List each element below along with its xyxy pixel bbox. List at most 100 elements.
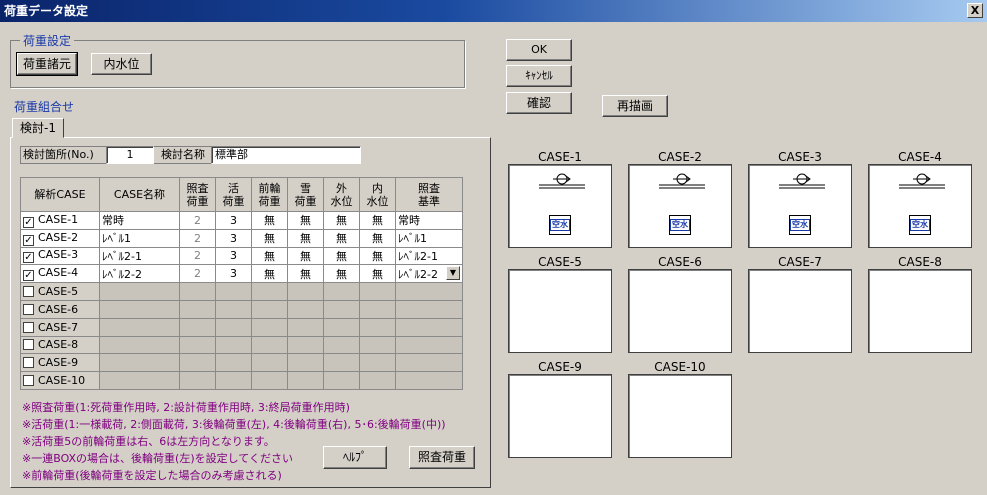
empty-cell [287,353,324,373]
empty-water-badge: 空水 [910,219,930,231]
chevron-down-icon[interactable]: ▼ [446,265,460,280]
snow-load-cell[interactable]: 無 [287,228,324,248]
empty-cell [395,335,463,355]
case-preview-canvas [748,269,852,353]
case-name-cell[interactable]: 常時 [99,211,180,230]
criteria-cell[interactable]: 常時 [395,211,463,230]
front-wheel-cell[interactable]: 無 [251,211,288,230]
col-snow-load: 雪 荷重 [287,177,324,212]
ok-button[interactable]: OK [506,39,572,61]
empty-cell [215,353,252,373]
tab-study-1[interactable]: 検討-1 [12,118,64,138]
checkbox[interactable] [23,375,34,387]
empty-cell [179,371,216,390]
checkbox[interactable] [23,321,34,333]
help-button[interactable]: ﾍﾙﾌﾟ [323,446,387,469]
empty-cell [215,317,252,337]
box-culvert-icon: 空水 [669,215,691,235]
empty-cell [287,335,324,355]
live-load-cell[interactable]: 3 [215,211,252,230]
col-inner-water: 内 水位 [359,177,396,212]
checkbox[interactable]: ✓ [23,252,34,264]
check-load-button[interactable]: 照査荷重 [409,446,475,469]
checkbox[interactable] [23,303,34,315]
empty-cell [359,282,396,301]
empty-cell [99,353,180,373]
empty-cell [179,335,216,355]
checkbox[interactable]: ✓ [23,234,34,246]
empty-cell [359,335,396,355]
outer-water-cell[interactable]: 無 [323,264,360,284]
case-name-cell[interactable]: ﾚﾍﾞﾙ1 [99,228,180,248]
case-checkbox-cell[interactable]: ✓ CASE-4 [20,264,100,284]
check-load-cell[interactable]: 2 [179,246,216,266]
front-wheel-cell[interactable]: 無 [251,264,288,284]
location-number-field[interactable]: 1 [106,146,154,164]
checkbox[interactable]: ✓ [23,216,34,228]
check-load-cell[interactable]: 2 [179,264,216,284]
check-load-cell[interactable]: 2 [179,211,216,230]
table-row: CASE-7 [20,317,463,337]
inner-water-cell[interactable]: 無 [359,228,396,248]
col-criteria: 照査 基準 [395,177,463,212]
inner-water-cell[interactable]: 無 [359,211,396,230]
case-checkbox-cell[interactable]: CASE-6 [20,299,100,319]
empty-cell [395,317,463,337]
criteria-dropdown[interactable]: ﾚﾍﾞﾙ2-2 ▼ [395,264,463,284]
outer-water-cell[interactable]: 無 [323,211,360,230]
study-name-field[interactable]: 標準部 [211,146,361,164]
confirm-button[interactable]: 確認 [506,92,572,114]
snow-load-cell[interactable]: 無 [287,211,324,230]
title-bar: 荷重データ設定 [0,0,987,22]
col-live-load: 活 荷重 [215,177,252,212]
case-checkbox-cell[interactable]: CASE-9 [20,353,100,373]
criteria-cell[interactable]: ﾚﾍﾞﾙ1 [395,228,463,248]
table-row: ✓ CASE-1 常時 2 3 無 無 無 無 常時 [20,211,463,230]
case-checkbox-cell[interactable]: CASE-10 [20,371,100,390]
case-label: CASE-10 [38,374,86,388]
empty-cell [99,317,180,337]
redraw-button[interactable]: 再描画 [602,95,668,117]
case-preview-label: CASE-2 [658,150,702,164]
front-wheel-cell[interactable]: 無 [251,246,288,266]
outer-water-cell[interactable]: 無 [323,228,360,248]
cancel-button[interactable]: ｷｬﾝｾﾙ [506,65,572,87]
empty-cell [287,371,324,390]
snow-load-cell[interactable]: 無 [287,264,324,284]
checkbox[interactable] [23,357,34,369]
close-icon[interactable]: X [967,3,983,18]
live-load-cell[interactable]: 3 [215,246,252,266]
empty-cell [323,335,360,355]
check-load-cell[interactable]: 2 [179,228,216,248]
case-checkbox-cell[interactable]: ✓ CASE-3 [20,246,100,266]
live-load-cell[interactable]: 3 [215,228,252,248]
inner-water-button[interactable]: 内水位 [91,53,152,75]
empty-cell [179,353,216,373]
live-load-cell[interactable]: 3 [215,264,252,284]
outer-water-cell[interactable]: 無 [323,246,360,266]
empty-cell [323,317,360,337]
case-name-cell[interactable]: ﾚﾍﾞﾙ2-2 [99,264,180,284]
load-specs-button[interactable]: 荷重諸元 [16,52,78,76]
front-wheel-cell[interactable]: 無 [251,228,288,248]
case-checkbox-cell[interactable]: CASE-8 [20,335,100,355]
note-3: ※活荷重5の前輪荷重は右、6は左方向となります。 [22,435,275,448]
empty-cell [215,371,252,390]
case-label: CASE-8 [38,338,79,352]
empty-cell [287,317,324,337]
inner-water-cell[interactable]: 無 [359,246,396,266]
snow-load-cell[interactable]: 無 [287,246,324,266]
empty-cell [323,371,360,390]
checkbox[interactable] [23,286,34,298]
case-checkbox-cell[interactable]: CASE-5 [20,282,100,301]
case-name-cell[interactable]: ﾚﾍﾞﾙ2-1 [99,246,180,266]
inner-water-cell[interactable]: 無 [359,264,396,284]
case-checkbox-cell[interactable]: ✓ CASE-2 [20,228,100,248]
case-checkbox-cell[interactable]: CASE-7 [20,317,100,337]
checkbox[interactable]: ✓ [23,270,34,282]
checkbox[interactable] [23,339,34,351]
case-checkbox-cell[interactable]: ✓ CASE-1 [20,211,100,230]
criteria-cell[interactable]: ﾚﾍﾞﾙ2-1 [395,246,463,266]
case-preview-label: CASE-6 [658,255,702,269]
case-label: CASE-1 [38,212,79,226]
